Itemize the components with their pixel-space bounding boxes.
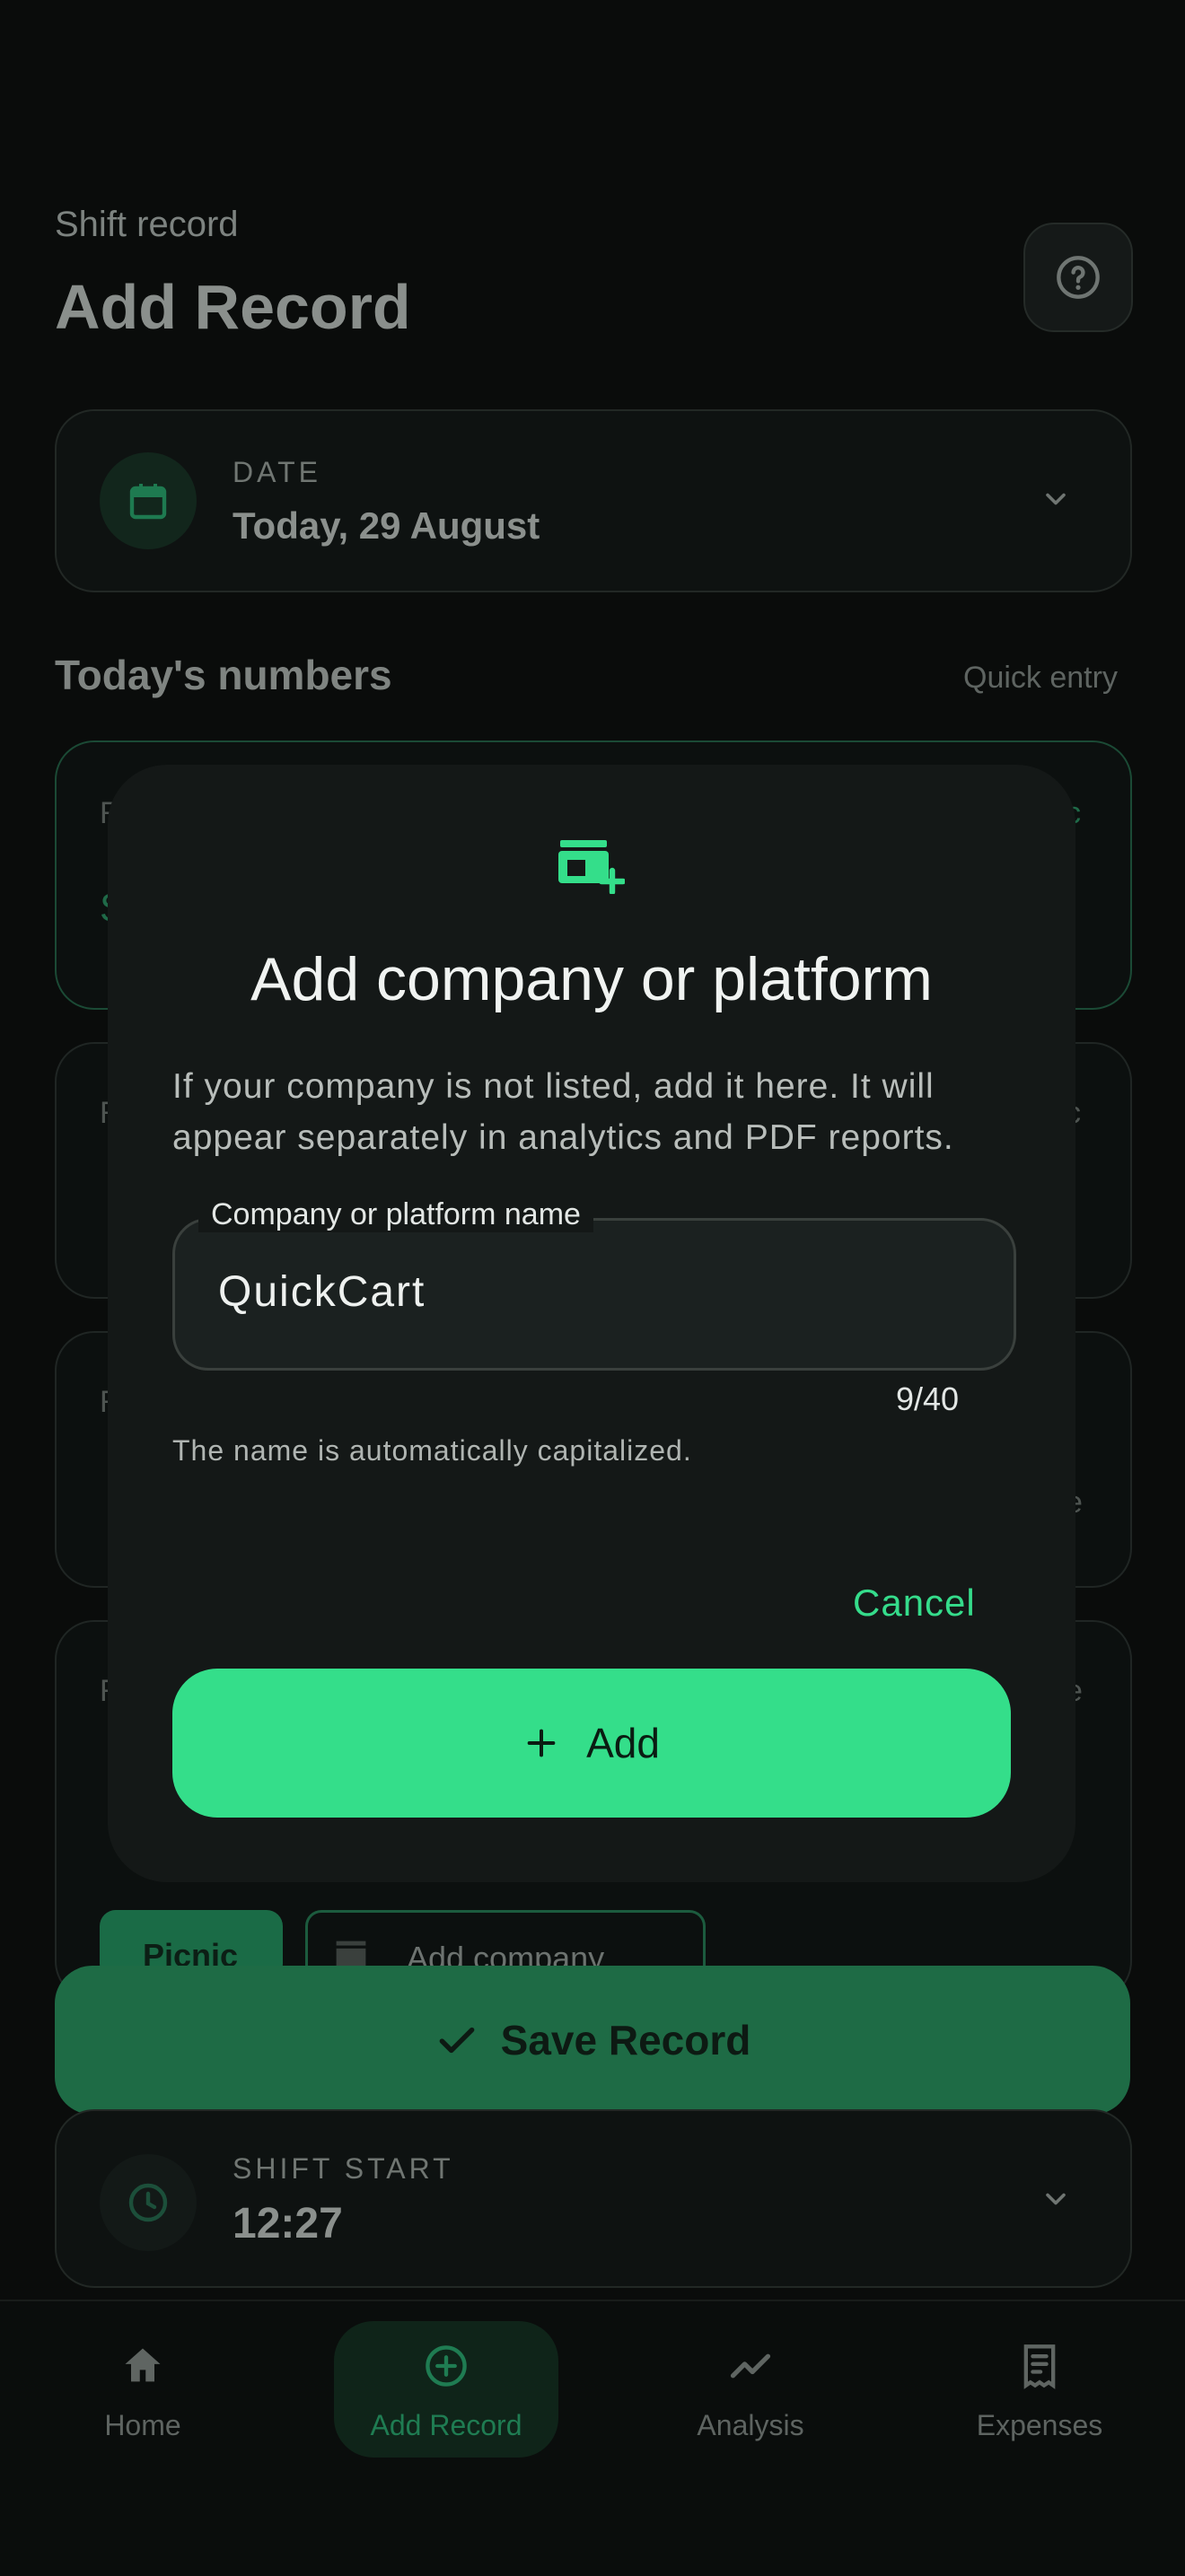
add-button[interactable]: Add xyxy=(172,1669,1011,1818)
add-company-dialog: Add company or platform If your company … xyxy=(108,765,1075,1882)
home-icon xyxy=(125,2348,161,2382)
cancel-button[interactable]: Cancel xyxy=(853,1582,976,1625)
quick-entry-link[interactable]: Quick entry xyxy=(963,661,1118,696)
save-record-label: Save Record xyxy=(500,2017,751,2063)
numbers-section-title: Today's numbers xyxy=(55,652,392,698)
nav-label: Add Record xyxy=(370,2409,522,2441)
company-name-field[interactable]: Company or platform name xyxy=(172,1197,1016,1371)
calendar-icon xyxy=(129,484,167,520)
helper-text: The name is automatically capitalized. xyxy=(172,1434,692,1467)
shift-start-value: 12:27 xyxy=(233,2200,343,2247)
field-label: Company or platform name xyxy=(198,1197,593,1232)
chevron-down-icon xyxy=(1046,2193,1066,2205)
shift-start-card[interactable]: SHIFT START 12:27 xyxy=(55,2109,1132,2288)
check-icon xyxy=(439,2027,475,2054)
date-picker-card[interactable]: DATE Today, 29 August xyxy=(55,409,1132,592)
nav-label: Expenses xyxy=(976,2409,1103,2441)
page-subtitle: Shift record xyxy=(55,205,239,244)
receipt-icon xyxy=(1023,2344,1056,2389)
add-circle-icon xyxy=(426,2345,467,2387)
character-counter: 9/40 xyxy=(896,1380,960,1417)
nav-label: Home xyxy=(104,2409,181,2441)
clock-icon xyxy=(128,2183,168,2222)
nav-add-record[interactable]: Add Record xyxy=(334,2321,558,2458)
plus-icon xyxy=(527,1729,556,1757)
shift-icon-wrap xyxy=(100,2154,197,2251)
date-label: DATE xyxy=(233,456,321,488)
nav-analysis[interactable]: Analysis xyxy=(638,2321,863,2458)
page-title: Add Record xyxy=(55,272,411,342)
help-icon xyxy=(1057,256,1100,299)
trending-icon xyxy=(730,2353,771,2379)
dialog-description: If your company is not listed, add it he… xyxy=(172,1067,954,1157)
add-button-label: Add xyxy=(586,1720,660,1766)
dialog-title: Add company or platform xyxy=(250,945,933,1013)
nav-label: Analysis xyxy=(697,2409,804,2441)
company-name-input[interactable] xyxy=(218,1267,972,1317)
help-button[interactable] xyxy=(1023,223,1133,332)
nav-expenses[interactable]: Expenses xyxy=(927,2321,1152,2458)
date-icon-wrap xyxy=(100,452,197,549)
nav-home[interactable]: Home xyxy=(31,2321,255,2458)
shift-start-label: SHIFT START xyxy=(233,2152,454,2185)
chevron-down-icon xyxy=(1046,493,1066,505)
date-value: Today, 29 August xyxy=(233,504,540,547)
save-record-button[interactable]: Save Record xyxy=(55,1966,1130,2115)
add-store-icon xyxy=(558,840,625,894)
